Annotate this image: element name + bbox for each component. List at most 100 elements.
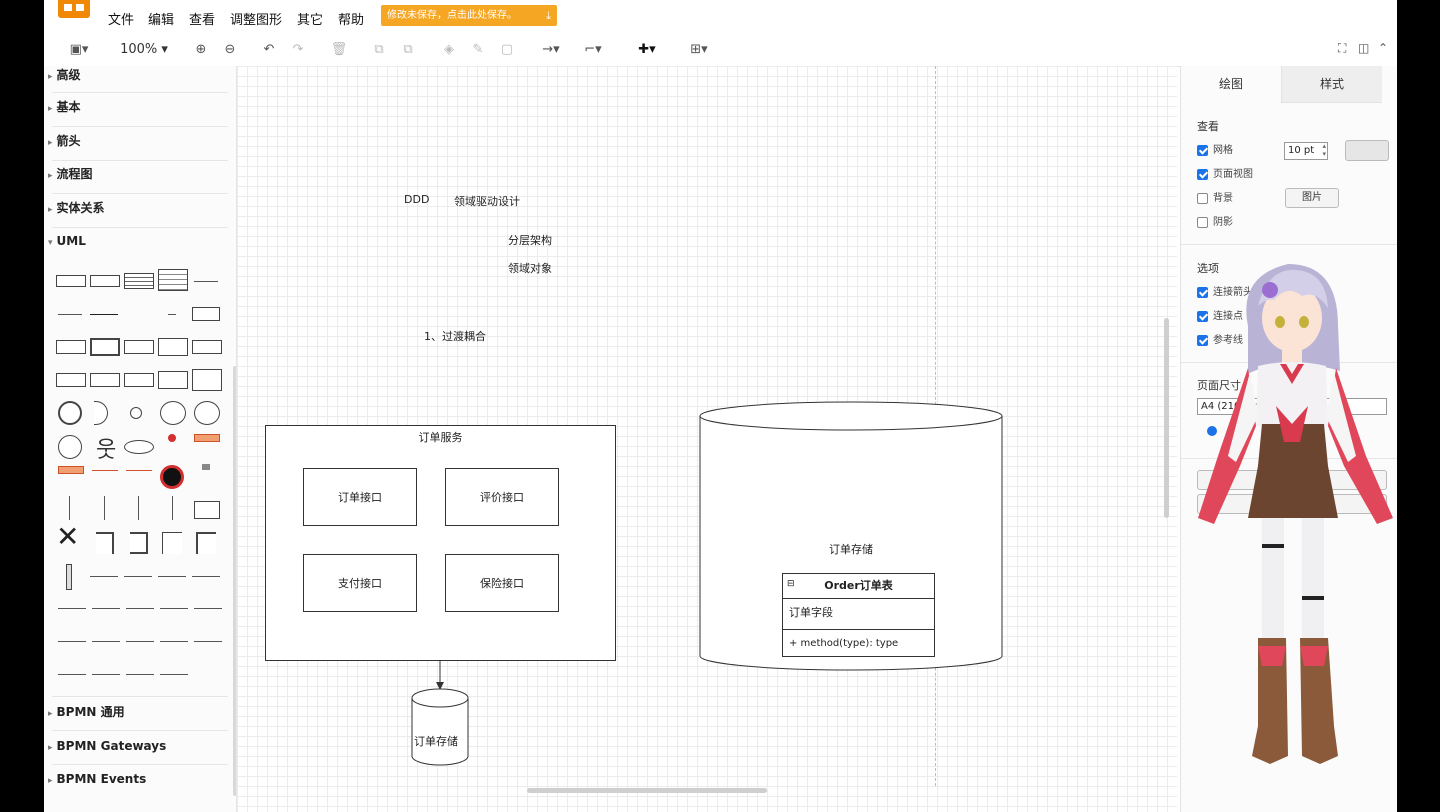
uml-message-shape[interactable]	[90, 576, 118, 577]
uml-line-shape[interactable]	[58, 314, 82, 315]
uml-relation-shape[interactable]	[160, 641, 188, 642]
uml-class-shape[interactable]	[56, 275, 86, 287]
menu-extras[interactable]: 其它	[297, 9, 323, 28]
uml-start-state-shape[interactable]	[168, 434, 176, 442]
uml-relation-shape[interactable]	[58, 674, 86, 675]
section-uml[interactable]: ▾ UML	[48, 232, 86, 250]
uml-actor-icon[interactable]: 웃	[96, 432, 116, 464]
uml-component-shape[interactable]	[124, 340, 154, 354]
menu-view[interactable]: 查看	[189, 9, 215, 28]
uml-relation-shape[interactable]	[58, 608, 86, 609]
uml-control-shape[interactable]	[160, 401, 186, 425]
uml-ellipse-shape[interactable]	[124, 440, 154, 454]
uml-class-detail-shape[interactable]	[158, 269, 188, 291]
shadow-icon[interactable]: ▢	[498, 41, 516, 59]
uml-module-shape[interactable]	[192, 340, 222, 354]
fullscreen-icon[interactable]: ⛶	[1338, 41, 1346, 56]
uml-lifeline-shape[interactable]	[126, 470, 152, 471]
uml-frame-shape[interactable]	[90, 338, 120, 356]
uml-relation-shape[interactable]	[126, 641, 154, 642]
uml-vertical-line-shape[interactable]	[104, 496, 105, 520]
diagram-canvas[interactable]: DDD 领域驱动设计 分层架构 领域对象 1、过渡耦合 订单服务 订单接口 评价…	[237, 66, 1177, 812]
uml-object-shape[interactable]	[124, 373, 154, 387]
grid-checkbox[interactable]: 网格	[1197, 144, 1233, 158]
uml-fork-shape[interactable]	[202, 464, 210, 470]
uml-message-shape[interactable]	[192, 576, 220, 577]
uml-required-interface-shape[interactable]	[94, 401, 108, 425]
uml-destroy-icon[interactable]: ✕	[56, 522, 79, 552]
uml-vertical-line-shape[interactable]	[69, 496, 70, 520]
canvas-horizontal-scrollbar[interactable]	[527, 788, 767, 793]
section-arrows[interactable]: ▸ 箭头	[48, 132, 81, 150]
uml-class-shape[interactable]	[90, 275, 120, 287]
section-advanced[interactable]: ▸ 高级	[48, 66, 81, 84]
section-bpmn-events[interactable]: ▸ BPMN Events	[48, 770, 146, 788]
uml-relation-shape[interactable]	[92, 608, 120, 609]
uml-activity-shape[interactable]	[58, 466, 84, 474]
uml-line-shape[interactable]	[194, 281, 218, 282]
zoom-dropdown[interactable]: 100% ▾	[116, 41, 172, 59]
grid-color-button[interactable]	[1345, 140, 1389, 161]
stepper-icon[interactable]: ▴ ▾	[1322, 142, 1326, 158]
tab-style[interactable]: 样式	[1281, 66, 1382, 103]
panel-toggle-icon[interactable]: ◫	[1358, 41, 1369, 55]
uml-line-shape[interactable]	[90, 314, 118, 315]
menu-arrange[interactable]: 调整图形	[230, 9, 282, 28]
canvas-vertical-scrollbar[interactable]	[1164, 318, 1169, 518]
page-view-checkbox[interactable]: 页面视图	[1197, 168, 1253, 182]
uml-end-state-shape[interactable]	[160, 465, 184, 489]
uml-lifeline-shape[interactable]	[92, 470, 118, 471]
uml-connector-shape[interactable]	[196, 532, 216, 554]
uml-use-case-shape[interactable]	[58, 435, 82, 459]
uml-relation-shape[interactable]	[194, 608, 222, 609]
table-icon[interactable]: ⊞▾	[684, 41, 714, 59]
zoom-out-icon[interactable]: ⊖	[221, 41, 239, 59]
to-back-icon[interactable]: ⧉	[399, 41, 417, 59]
delete-icon[interactable]: 🗑	[330, 41, 348, 59]
uml-object-shape[interactable]	[56, 373, 86, 387]
uml-object-shape[interactable]	[90, 373, 120, 387]
section-entity-relation[interactable]: ▸ 实体关系	[48, 199, 105, 217]
format-panel-toggle-icon[interactable]: ▣▾	[64, 41, 94, 59]
menu-file[interactable]: 文件	[108, 9, 134, 28]
uml-self-call-shape[interactable]	[96, 532, 114, 554]
uml-activation-shape[interactable]	[66, 564, 72, 590]
uml-relation-shape[interactable]	[194, 641, 222, 642]
uml-state-shape[interactable]	[194, 434, 220, 442]
uml-relation-shape[interactable]	[126, 608, 154, 609]
uml-interface-shape[interactable]	[56, 340, 86, 354]
tab-diagram[interactable]: 绘图	[1181, 66, 1281, 102]
section-bpmn-gateways[interactable]: ▸ BPMN Gateways	[48, 737, 166, 755]
uml-relation-shape[interactable]	[92, 641, 120, 642]
uml-table-shape[interactable]	[192, 369, 222, 391]
uml-vertical-line-shape[interactable]	[138, 496, 139, 520]
small-database-cylinder[interactable]	[411, 688, 469, 766]
uml-message-shape[interactable]	[158, 576, 186, 577]
section-bpmn-general[interactable]: ▸ BPMN 通用	[48, 703, 125, 721]
section-flowchart[interactable]: ▸ 流程图	[48, 165, 93, 183]
background-checkbox[interactable]: 背景	[1197, 192, 1233, 206]
uml-relation-shape[interactable]	[58, 641, 86, 642]
unsaved-changes-button[interactable]: 修改未保存，点击此处保存。 ⤓	[381, 5, 557, 26]
uml-provided-interface-shape[interactable]	[130, 407, 142, 419]
uml-entity-shape[interactable]	[194, 401, 220, 425]
section-general[interactable]: ▸ 基本	[48, 98, 81, 116]
zoom-in-icon[interactable]: ⊕	[192, 41, 210, 59]
connector-arrow[interactable]	[436, 661, 444, 690]
uml-relation-shape[interactable]	[92, 674, 120, 675]
uml-frame-shape[interactable]	[194, 501, 220, 519]
collapse-icon[interactable]: ⌃	[1378, 41, 1388, 55]
to-front-icon[interactable]: ⧉	[370, 41, 388, 59]
uml-callback-shape[interactable]	[130, 532, 148, 554]
waypoints-icon[interactable]: ⌐▾	[578, 41, 608, 59]
uml-class-field[interactable]: 订单字段	[789, 604, 833, 620]
uml-message-shape[interactable]	[124, 576, 152, 577]
fill-color-icon[interactable]: ◈	[440, 41, 458, 59]
uml-class-order-table[interactable]: ⊟ Order订单表 订单字段 + method(type): type	[782, 573, 935, 657]
uml-boundary-shape[interactable]	[58, 401, 82, 425]
redo-icon[interactable]: ↷	[289, 41, 307, 59]
uml-relation-shape[interactable]	[126, 674, 154, 675]
uml-connector-shape[interactable]	[162, 532, 182, 554]
connection-style-icon[interactable]: →▾	[536, 41, 566, 59]
grid-size-input[interactable]: 10 pt ▴ ▾	[1284, 142, 1328, 160]
